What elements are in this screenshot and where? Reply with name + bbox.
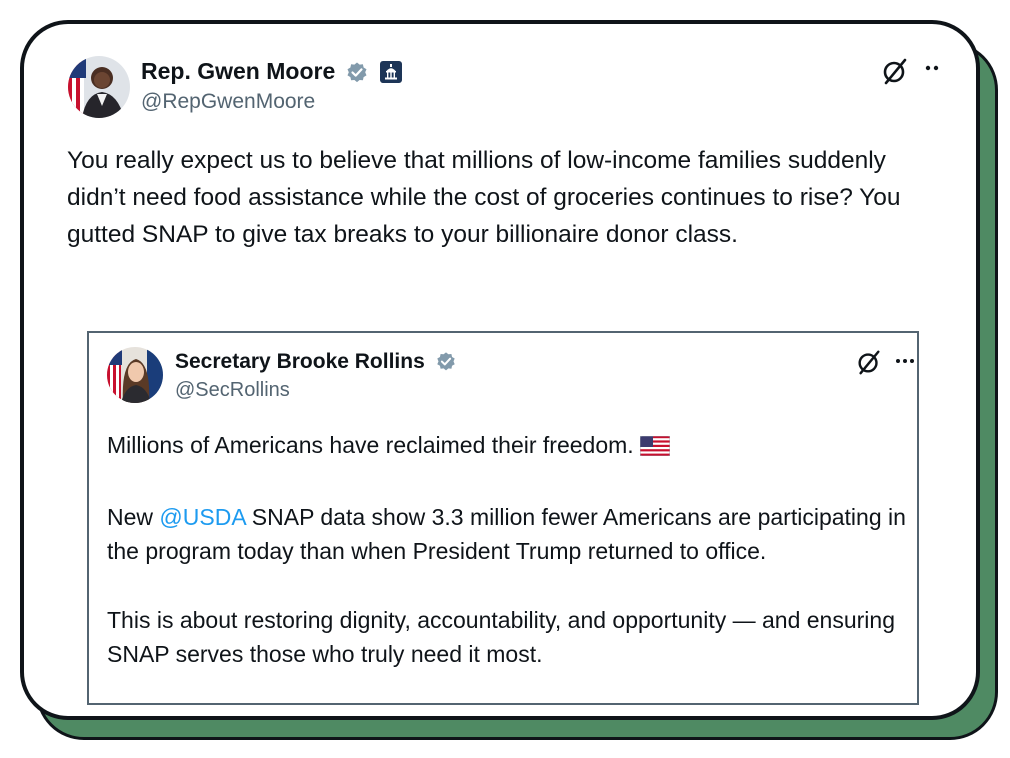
author-handle[interactable]: @RepGwenMoore bbox=[141, 90, 315, 114]
quoted-paragraph-2-prefix: New bbox=[107, 503, 160, 530]
quoted-author-name[interactable]: Secretary Brooke Rollins bbox=[175, 350, 425, 374]
post-card: Rep. Gwen Moore @RepGwenMoore You really… bbox=[20, 20, 980, 720]
author-avatar[interactable] bbox=[68, 56, 130, 118]
usda-mention-link[interactable]: @USDA bbox=[159, 504, 245, 530]
quoted-post[interactable]: Secretary Brooke Rollins @SecRollins Mil… bbox=[87, 331, 919, 705]
post-text: You really expect us to believe that mil… bbox=[67, 147, 901, 248]
quoted-verified-badge-icon bbox=[435, 351, 457, 378]
more-options-icon[interactable] bbox=[924, 60, 944, 78]
quoted-more-options-icon[interactable] bbox=[895, 353, 917, 371]
stage: Rep. Gwen Moore @RepGwenMoore You really… bbox=[0, 0, 1010, 758]
quoted-paragraph-3: This is about restoring dignity, account… bbox=[107, 606, 895, 668]
author-name[interactable]: Rep. Gwen Moore bbox=[141, 58, 335, 85]
quoted-author-handle[interactable]: @SecRollins bbox=[175, 379, 290, 402]
capitol-building-icon bbox=[380, 61, 402, 83]
us-flag-icon bbox=[639, 431, 671, 466]
grok-icon[interactable] bbox=[880, 56, 910, 91]
quoted-paragraph-1: Millions of Americans have reclaimed the… bbox=[107, 428, 907, 466]
quoted-paragraph-2: New @USDA SNAP data show 3.3 million few… bbox=[107, 500, 907, 569]
verified-badge-icon bbox=[345, 61, 369, 90]
quoted-paragraph-1-text: Millions of Americans have reclaimed the… bbox=[107, 432, 634, 458]
quoted-post-text: Millions of Americans have reclaimed the… bbox=[107, 428, 907, 706]
quoted-author-avatar[interactable] bbox=[107, 347, 163, 403]
quoted-grok-icon[interactable] bbox=[855, 348, 883, 381]
